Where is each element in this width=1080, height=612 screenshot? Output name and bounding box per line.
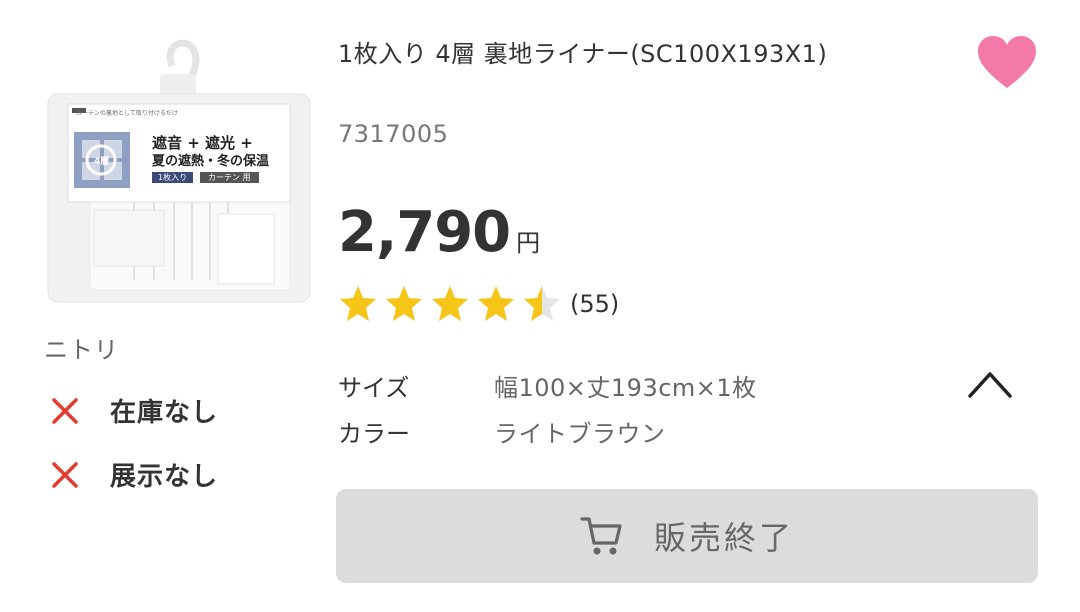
spec-color-key: カラー [338,420,410,448]
package-headline-2: 夏の遮熱・冬の保温 [152,154,270,169]
brand-name: ニトリ [44,336,119,364]
sold-out-label: 販売終了 [653,519,794,557]
product-sku: 7317005 [338,120,449,148]
spec-color-value: ライトブラウン [494,420,666,448]
stock-status: 在庫なし [50,392,218,429]
heart-icon[interactable] [976,34,1038,92]
package-corner-text: 4層 [94,157,110,167]
chevron-up-icon[interactable] [964,366,1016,402]
star-icon [340,286,376,321]
sold-out-button[interactable]: 販売終了 [336,489,1038,583]
x-icon [52,397,78,424]
rating[interactable]: (55) [338,284,619,324]
package-small-text: カーテンの裏地として取り付けるだけ [76,110,178,117]
spec-color: カラー ライトブラウン [338,414,666,449]
star-icon [386,286,422,321]
rating-stars [338,284,568,324]
product-image: カーテンの裏地として取り付けるだけ 遮音 + 遮光 + 夏の遮熱・冬の保温 1枚… [42,36,316,306]
stock-status-label: 在庫なし [110,398,219,428]
display-status-label: 展示なし [110,462,219,492]
package-badge-2: カーテン 用 [200,172,259,183]
price-currency: 円 [516,229,541,257]
star-icon [432,286,468,321]
cart-icon [580,517,622,555]
display-status: 展示なし [50,456,218,493]
product-title: 1枚入り 4層 裏地ライナー(SC100X193X1) [338,40,828,68]
spec-size-value: 幅100×丈193cm×1枚 [494,374,757,402]
package-badge-1: 1枚入り [152,172,194,183]
spec-size: サイズ 幅100×丈193cm×1枚 [338,368,757,403]
spec-size-key: サイズ [338,374,410,402]
price-amount: 2,790 [338,200,511,265]
star-icon [524,286,560,321]
x-icon [52,461,78,488]
price: 2,790 円 [338,200,540,265]
review-count[interactable]: (55) [570,290,619,318]
star-icon [478,286,514,321]
